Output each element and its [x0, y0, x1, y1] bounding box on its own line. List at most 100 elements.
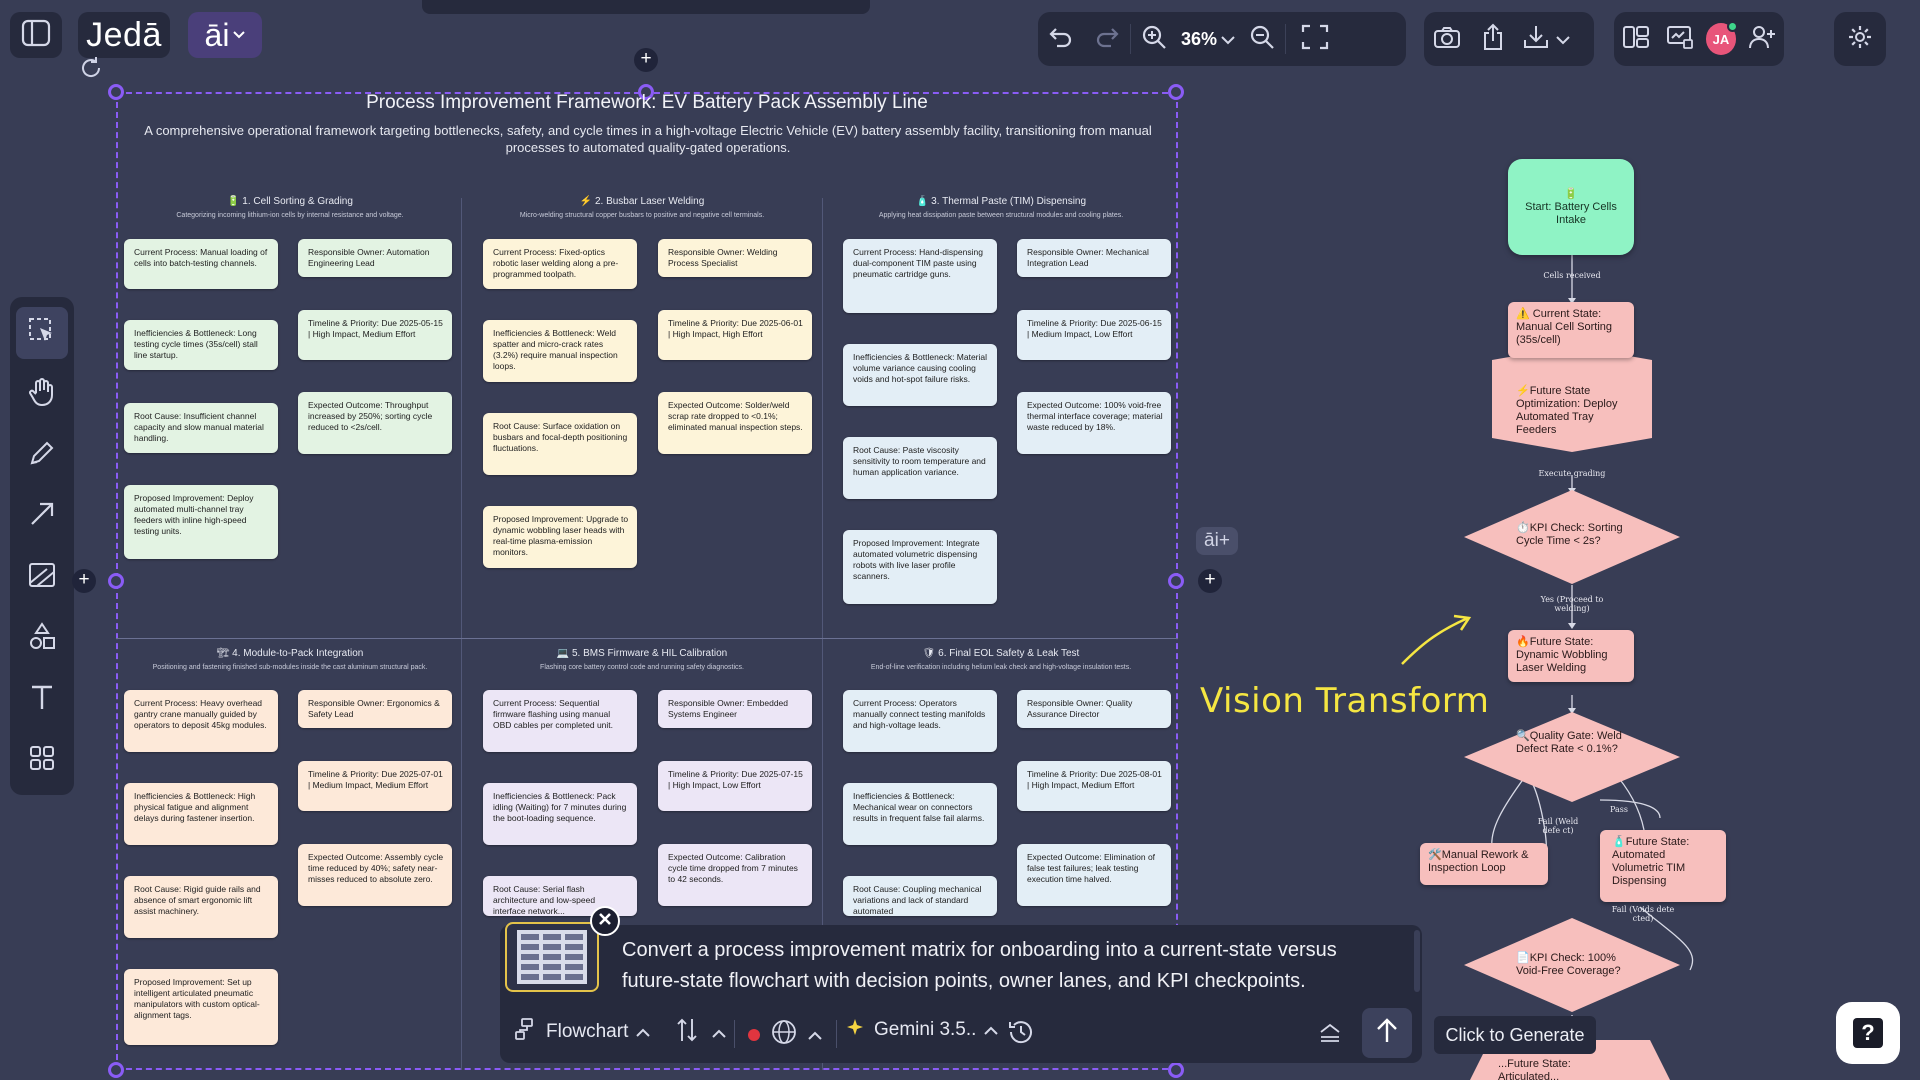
card-proposed-improvement[interactable]: Proposed Improvement: Set up intelligent… [124, 969, 278, 1045]
model-label: Gemini 3.5.. [874, 1019, 977, 1040]
grid-tool[interactable] [16, 734, 68, 786]
card-outcome[interactable]: Expected Outcome: Throughput increased b… [298, 392, 452, 454]
flow-kpi-void-label[interactable]: 📄KPI Check: 100% Void-Free Coverage? [1516, 952, 1628, 978]
help-button[interactable]: ? [1836, 1002, 1900, 1064]
card-inefficiencies[interactable]: Inefficiencies & Bottleneck: Pack idling… [483, 783, 637, 845]
flow-quality-gate-label[interactable]: 🔍Quality Gate: Weld Defect Rate < 0.1%? [1516, 730, 1628, 756]
prompt-input[interactable]: Convert a process improvement matrix for… [622, 935, 1382, 997]
history-button[interactable] [1006, 1018, 1036, 1052]
direction-dropdown[interactable] [676, 1017, 726, 1049]
resize-handle[interactable] [108, 573, 124, 589]
model-dropdown[interactable]: Gemini 3.5.. [846, 1017, 999, 1043]
chevron-down-icon [233, 26, 246, 44]
add-user-button[interactable] [1740, 13, 1784, 65]
card-root-cause[interactable]: Root Cause: Coupling mechanical variatio… [843, 876, 997, 916]
zoom-out-button[interactable] [1239, 13, 1285, 65]
card-outcome[interactable]: Expected Outcome: Calibration cycle time… [658, 844, 812, 906]
redo-button[interactable] [1084, 13, 1130, 65]
prompt-scrollbar[interactable] [1414, 930, 1420, 992]
flow-tim-node[interactable]: 🧴Future State: Automated Volumetric TIM … [1600, 830, 1726, 902]
web-search-dropdown[interactable] [748, 1018, 822, 1052]
card-root-cause[interactable]: Root Cause: Rigid guide rails and absenc… [124, 876, 278, 938]
flow-optimization-label[interactable]: ⚡Future State Optimization: Deploy Autom… [1516, 385, 1628, 437]
flow-rework-node[interactable]: 🛠️Manual Rework & Inspection Loop [1420, 843, 1548, 885]
hand-tool[interactable] [16, 368, 68, 420]
app-logo[interactable]: Jedā [78, 12, 170, 58]
card-outcome[interactable]: Expected Outcome: 100% void-free thermal… [1017, 392, 1171, 454]
card-inefficiencies[interactable]: Inefficiencies & Bottleneck: Weld spatte… [483, 320, 637, 382]
card-current-process[interactable]: Current Process: Manual loading of cells… [124, 239, 278, 289]
card-owner[interactable]: Responsible Owner: Welding Process Speci… [658, 239, 812, 277]
card-current-process[interactable]: Current Process: Hand-dispensing dual-co… [843, 239, 997, 313]
undo-button[interactable] [1038, 13, 1084, 65]
flow-current-state-node[interactable]: ⚠️ Current State: Manual Cell Sorting (3… [1508, 302, 1634, 358]
generate-button[interactable] [1362, 1008, 1412, 1058]
card-inefficiencies[interactable]: Inefficiencies & Bottleneck: Long testin… [124, 320, 278, 370]
text-tool[interactable] [16, 673, 68, 725]
add-node-button-left[interactable]: + [72, 569, 96, 593]
resize-handle[interactable] [1168, 1062, 1184, 1078]
card-outcome[interactable]: Expected Outcome: Solder/weld scrap rate… [658, 392, 812, 454]
card-root-cause[interactable]: Root Cause: Insufficient channel capacit… [124, 403, 278, 453]
flow-welding-node[interactable]: 🔥Future State: Dynamic Wobbling Laser We… [1508, 630, 1634, 682]
add-node-button-right[interactable]: + [1198, 569, 1222, 593]
ai-plus-button[interactable]: āi+ [1196, 527, 1238, 555]
refresh-icon[interactable] [77, 54, 105, 87]
presentation-button[interactable] [1658, 13, 1702, 65]
card-timeline[interactable]: Timeline & Priority: Due 2025-08-01 | Hi… [1017, 761, 1171, 811]
resize-handle[interactable] [108, 1062, 124, 1078]
card-owner[interactable]: Responsible Owner: Embedded Systems Engi… [658, 690, 812, 728]
card-timeline[interactable]: Timeline & Priority: Due 2025-07-01 | Me… [298, 761, 452, 811]
card-owner[interactable]: Responsible Owner: Ergonomics & Safety L… [298, 690, 452, 728]
add-node-button-top[interactable]: + [634, 48, 658, 72]
pencil-tool[interactable] [16, 429, 68, 481]
annotation-text[interactable]: Vision Transform [1200, 681, 1489, 721]
card-proposed-improvement[interactable]: Proposed Improvement: Deploy automated m… [124, 485, 278, 559]
card-owner[interactable]: Responsible Owner: Quality Assurance Dir… [1017, 690, 1171, 728]
card-current-process[interactable]: Current Process: Heavy overhead gantry c… [124, 690, 278, 752]
arrow-tool[interactable] [16, 490, 68, 542]
card-timeline[interactable]: Timeline & Priority: Due 2025-05-15 | Hi… [298, 310, 452, 360]
avatar[interactable]: JA [1705, 21, 1739, 55]
upload-button[interactable] [1470, 13, 1516, 65]
card-inefficiencies[interactable]: Inefficiencies & Bottleneck: Material vo… [843, 344, 997, 406]
card-timeline[interactable]: Timeline & Priority: Due 2025-06-01 | Hi… [658, 310, 812, 360]
camera-button[interactable] [1424, 13, 1470, 65]
card-outcome[interactable]: Expected Outcome: Assembly cycle time re… [298, 844, 452, 906]
download-dropdown[interactable] [1516, 24, 1570, 55]
layout-button[interactable] [1614, 13, 1658, 65]
card-proposed-improvement[interactable]: Proposed Improvement: Integrate automate… [843, 530, 997, 604]
card-owner[interactable]: Responsible Owner: Automation Engineerin… [298, 239, 452, 277]
shape-toolbar-partial[interactable] [422, 0, 870, 14]
card-inefficiencies[interactable]: Inefficiencies & Bottleneck: High physic… [124, 783, 278, 845]
card-root-cause[interactable]: Root Cause: Surface oxidation on busbars… [483, 413, 637, 475]
edge-label: Fail (Voids dete cted) [1611, 905, 1675, 923]
image-tool[interactable] [16, 551, 68, 603]
sidebar-toggle-button[interactable] [10, 12, 62, 58]
card-outcome[interactable]: Expected Outcome: Elimination of false t… [1017, 844, 1171, 906]
card-current-process[interactable]: Current Process: Operators manually conn… [843, 690, 997, 752]
card-proposed-improvement[interactable]: Proposed Improvement: Upgrade to dynamic… [483, 506, 637, 568]
fit-screen-button[interactable] [1286, 13, 1344, 65]
select-tool[interactable] [16, 307, 68, 359]
card-timeline[interactable]: Timeline & Priority: Due 2025-07-15 | Hi… [658, 761, 812, 811]
zoom-level-dropdown[interactable]: 36% [1177, 29, 1239, 50]
shapes-tool[interactable] [16, 612, 68, 664]
card-current-process[interactable]: Current Process: Fixed-optics robotic la… [483, 239, 637, 289]
card-timeline[interactable]: Timeline & Priority: Due 2025-06-15 | Me… [1017, 310, 1171, 360]
collapse-button[interactable] [1318, 1020, 1342, 1050]
flow-future-bottom-label[interactable]: ...Future State: Articulated... [1498, 1058, 1610, 1080]
resize-handle[interactable] [1168, 573, 1184, 589]
flow-kpi-sorting-label[interactable]: ⏱️KPI Check: Sorting Cycle Time < 2s? [1516, 522, 1626, 548]
card-owner[interactable]: Responsible Owner: Mechanical Integratio… [1017, 239, 1171, 277]
flow-start-node[interactable]: 🔋 Start: Battery Cells Intake [1508, 159, 1634, 255]
card-current-process[interactable]: Current Process: Sequential firmware fla… [483, 690, 637, 752]
ai-menu-button[interactable]: āi [188, 12, 262, 58]
settings-button[interactable] [1834, 12, 1886, 66]
attachment-thumbnail[interactable] [505, 922, 599, 992]
mode-dropdown[interactable]: Flowchart [514, 1017, 651, 1047]
remove-attachment-button[interactable] [590, 906, 620, 936]
card-root-cause[interactable]: Root Cause: Paste viscosity sensitivity … [843, 437, 997, 499]
zoom-in-button[interactable] [1131, 13, 1177, 65]
card-inefficiencies[interactable]: Inefficiencies & Bottleneck: Mechanical … [843, 783, 997, 845]
